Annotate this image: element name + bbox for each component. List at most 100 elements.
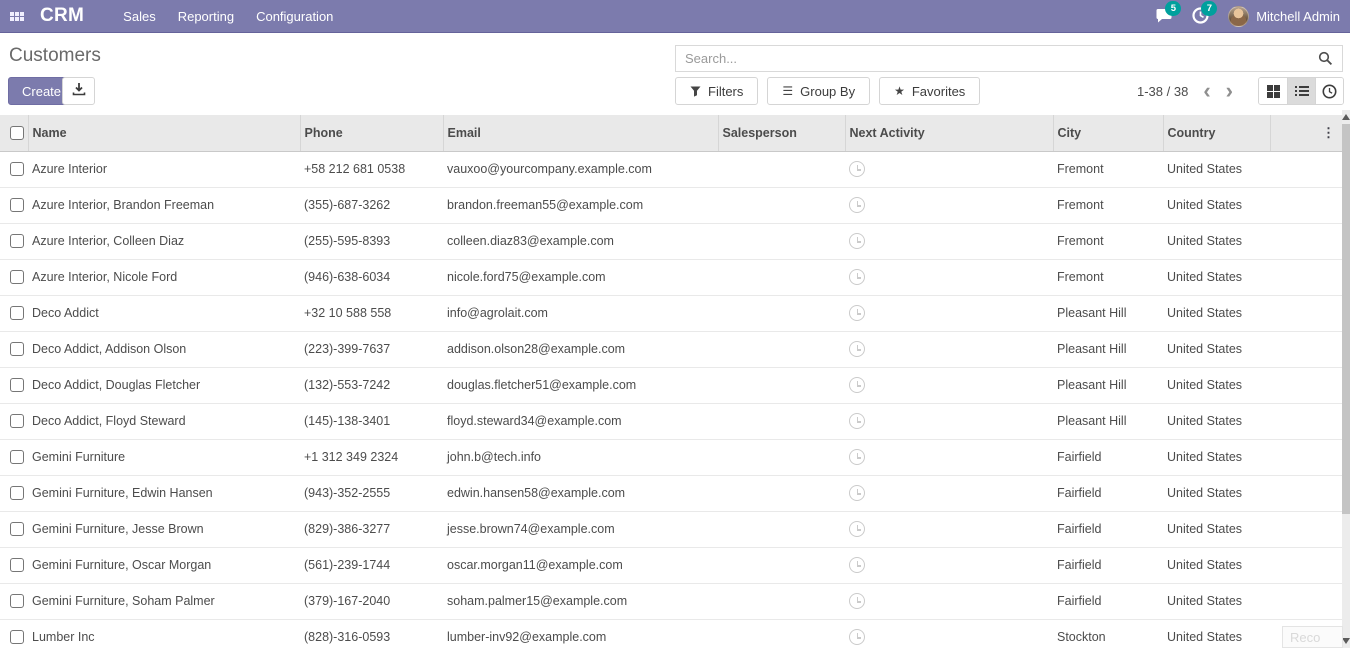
table-row[interactable]: Deco Addict, Addison Olson(223)-399-7637… (0, 331, 1342, 367)
activity-clock-icon[interactable] (849, 629, 865, 645)
cell-salesperson (718, 511, 845, 547)
row-checkbox[interactable] (10, 270, 24, 284)
activity-clock-icon[interactable] (849, 413, 865, 429)
activities-icon[interactable]: 7 (1192, 7, 1210, 25)
pager-next-button[interactable]: › (1226, 81, 1233, 101)
row-checkbox[interactable] (10, 306, 24, 320)
table-row[interactable]: Lumber Inc(828)-316-0593lumber-inv92@exa… (0, 619, 1342, 648)
row-checkbox[interactable] (10, 486, 24, 500)
table-row[interactable]: Azure Interior, Brandon Freeman(355)-687… (0, 187, 1342, 223)
row-checkbox[interactable] (10, 558, 24, 572)
cell-country: United States (1163, 223, 1270, 259)
table-row[interactable]: Deco Addict+32 10 588 558info@agrolait.c… (0, 295, 1342, 331)
table-row[interactable]: Gemini Furniture, Oscar Morgan(561)-239-… (0, 547, 1342, 583)
table-row[interactable]: Azure Interior, Nicole Ford(946)-638-603… (0, 259, 1342, 295)
scrollbar-down-arrow[interactable] (1342, 638, 1350, 644)
table-row[interactable]: Gemini Furniture, Jesse Brown(829)-386-3… (0, 511, 1342, 547)
cell-next-activity (845, 151, 1053, 187)
row-select-cell (0, 547, 28, 583)
row-checkbox[interactable] (10, 234, 24, 248)
column-header-name[interactable]: Name (28, 115, 300, 151)
optional-columns-toggle[interactable]: ⋮ (1270, 115, 1342, 151)
cell-next-activity (845, 619, 1053, 648)
column-header-next-activity[interactable]: Next Activity (845, 115, 1053, 151)
scrollbar-thumb[interactable] (1342, 124, 1350, 514)
activity-clock-icon[interactable] (849, 377, 865, 393)
row-checkbox[interactable] (10, 522, 24, 536)
column-header-salesperson[interactable]: Salesperson (718, 115, 845, 151)
row-checkbox[interactable] (10, 450, 24, 464)
activity-clock-icon[interactable] (849, 269, 865, 285)
cell-country: United States (1163, 619, 1270, 648)
vertical-scrollbar[interactable] (1342, 110, 1350, 648)
column-header-country[interactable]: Country (1163, 115, 1270, 151)
activity-clock-icon[interactable] (849, 593, 865, 609)
activity-clock-icon[interactable] (849, 521, 865, 537)
row-checkbox[interactable] (10, 378, 24, 392)
cell-email: colleen.diaz83@example.com (443, 223, 718, 259)
row-checkbox[interactable] (10, 198, 24, 212)
column-header-phone[interactable]: Phone (300, 115, 443, 151)
activity-clock-icon[interactable] (849, 161, 865, 177)
favorites-label: Favorites (912, 84, 965, 99)
table-row[interactable]: Azure Interior, Colleen Diaz(255)-595-83… (0, 223, 1342, 259)
row-checkbox[interactable] (10, 630, 24, 644)
cell-filler (1270, 151, 1342, 187)
cell-filler (1270, 511, 1342, 547)
cell-email: brandon.freeman55@example.com (443, 187, 718, 223)
cell-salesperson (718, 259, 845, 295)
export-button[interactable] (62, 77, 95, 105)
cell-filler (1270, 367, 1342, 403)
row-checkbox[interactable] (10, 414, 24, 428)
activity-clock-icon[interactable] (849, 197, 865, 213)
cell-city: Pleasant Hill (1053, 295, 1163, 331)
row-checkbox[interactable] (10, 594, 24, 608)
menu-configuration[interactable]: Configuration (245, 0, 344, 33)
activity-clock-icon[interactable] (849, 233, 865, 249)
search-input[interactable] (676, 51, 1318, 66)
activity-clock-icon[interactable] (849, 449, 865, 465)
cell-city: Stockton (1053, 619, 1163, 648)
menu-reporting[interactable]: Reporting (167, 0, 245, 33)
row-checkbox[interactable] (10, 162, 24, 176)
cell-filler (1270, 583, 1342, 619)
cell-next-activity (845, 439, 1053, 475)
select-all-checkbox[interactable] (10, 126, 24, 140)
table-row[interactable]: Azure Interior+58 212 681 0538vauxoo@you… (0, 151, 1342, 187)
messages-icon[interactable]: 5 (1156, 7, 1174, 25)
list-view-button[interactable] (1287, 78, 1315, 104)
table-row[interactable]: Gemini Furniture, Soham Palmer(379)-167-… (0, 583, 1342, 619)
row-select-cell (0, 583, 28, 619)
activity-view-button[interactable] (1315, 78, 1343, 104)
row-checkbox[interactable] (10, 342, 24, 356)
pager-previous-button[interactable]: ‹ (1203, 81, 1210, 101)
activity-clock-icon[interactable] (849, 557, 865, 573)
scrollbar-up-arrow[interactable] (1342, 114, 1350, 120)
cell-city: Pleasant Hill (1053, 331, 1163, 367)
favorites-button[interactable]: ★ Favorites (879, 77, 980, 105)
activity-clock-icon[interactable] (849, 485, 865, 501)
table-row[interactable]: Deco Addict, Floyd Steward(145)-138-3401… (0, 403, 1342, 439)
activity-clock-icon[interactable] (849, 341, 865, 357)
cell-email: addison.olson28@example.com (443, 331, 718, 367)
table-row[interactable]: Gemini Furniture, Edwin Hansen(943)-352-… (0, 475, 1342, 511)
search-icon[interactable] (1318, 51, 1333, 66)
cell-country: United States (1163, 439, 1270, 475)
cell-name: Deco Addict, Addison Olson (28, 331, 300, 367)
menu-sales[interactable]: Sales (112, 0, 167, 33)
group-by-button[interactable]: ☰ Group By (767, 77, 870, 105)
app-brand[interactable]: CRM (40, 5, 84, 27)
table-row[interactable]: Deco Addict, Douglas Fletcher(132)-553-7… (0, 367, 1342, 403)
activity-clock-icon[interactable] (849, 305, 865, 321)
cell-next-activity (845, 223, 1053, 259)
kanban-view-button[interactable] (1259, 78, 1287, 104)
column-header-email[interactable]: Email (443, 115, 718, 151)
user-menu[interactable]: Mitchell Admin (1228, 6, 1340, 27)
table-row[interactable]: Gemini Furniture+1 312 349 2324john.b@te… (0, 439, 1342, 475)
cell-city: Fremont (1053, 187, 1163, 223)
column-header-city[interactable]: City (1053, 115, 1163, 151)
filters-button[interactable]: Filters (675, 77, 758, 105)
apps-menu-icon[interactable] (10, 12, 24, 21)
cell-name: Azure Interior, Nicole Ford (28, 259, 300, 295)
cell-next-activity (845, 259, 1053, 295)
